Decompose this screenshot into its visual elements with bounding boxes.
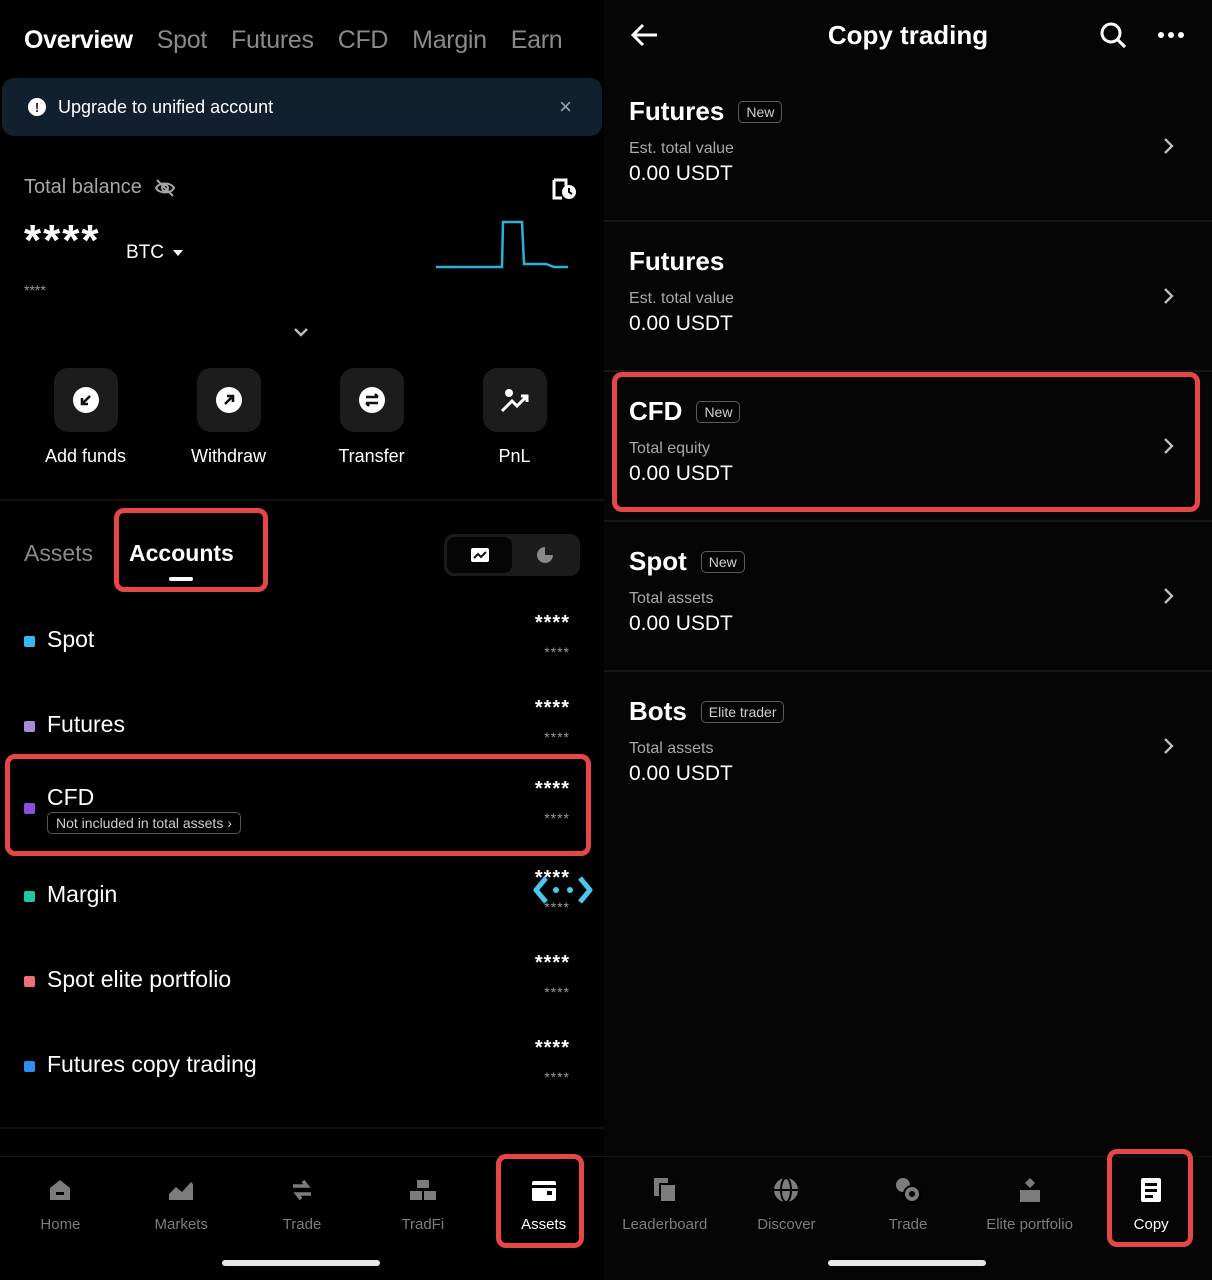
pie-view-toggle[interactable]: [512, 537, 577, 573]
section-divider: [0, 1127, 604, 1129]
nav-home[interactable]: Home: [0, 1157, 121, 1280]
chevron-right-icon: [1164, 288, 1174, 304]
chevron-right-icon: [1164, 588, 1174, 604]
account-row-spot-elite-portfolio[interactable]: Spot elite portfolio **** ****: [24, 952, 572, 1026]
withdraw-button[interactable]: Withdraw: [157, 368, 300, 467]
nav-elite-portfolio[interactable]: Elite portfolio: [969, 1157, 1091, 1280]
card-bots[interactable]: Bots Elite trader Total assets 0.00 USDT: [604, 672, 1212, 822]
account-color-dot: [24, 721, 35, 732]
close-icon[interactable]: ×: [559, 94, 572, 120]
currency-selector[interactable]: BTC: [126, 242, 184, 264]
account-color-dot: [24, 803, 35, 814]
assets-icon: [531, 1181, 556, 1201]
eye-off-icon[interactable]: [154, 178, 176, 198]
chevron-right-icon: [1164, 438, 1174, 454]
home-indicator: [828, 1260, 986, 1266]
pnl-icon: [500, 389, 528, 413]
balance-value: ****: [24, 216, 101, 265]
account-row-futures-copy-trading[interactable]: Futures copy trading **** ****: [24, 1037, 572, 1111]
sub-tab-bar: Assets Accounts: [24, 540, 234, 581]
pie-chart-icon: [536, 547, 553, 563]
balance-sparkline: [436, 220, 568, 269]
total-balance-label: Total balance: [24, 176, 176, 199]
banner-text: Upgrade to unified account: [58, 96, 274, 117]
card-futures-new[interactable]: Futures New Est. total value 0.00 USDT: [604, 72, 1212, 222]
tab-earn[interactable]: Earn: [511, 26, 563, 55]
nav-copy[interactable]: Copy: [1090, 1157, 1212, 1280]
header: Copy trading: [604, 0, 1212, 74]
add-funds-button[interactable]: Add funds: [14, 368, 157, 467]
warning-icon: !: [28, 98, 46, 116]
tab-spot[interactable]: Spot: [157, 26, 208, 55]
assets-screen: Overview Spot Futures CFD Margin Earn ! …: [0, 0, 604, 1280]
more-icon[interactable]: [1156, 26, 1186, 46]
account-row-futures[interactable]: Futures **** ****: [24, 697, 572, 771]
account-row-cfd[interactable]: CFD Not included in total assets › **** …: [24, 778, 572, 844]
tab-cfd[interactable]: CFD: [338, 26, 389, 55]
card-futures[interactable]: Futures Est. total value 0.00 USDT: [604, 222, 1212, 372]
not-included-note[interactable]: Not included in total assets ›: [47, 812, 241, 834]
copy-trading-screen: Copy trading Futures New Est. total value…: [604, 0, 1212, 1280]
transfer-icon: [358, 387, 385, 413]
account-color-dot: [24, 1061, 35, 1072]
tradfi-icon: [409, 1180, 436, 1200]
new-badge: New: [700, 550, 745, 573]
account-color-dot: [24, 636, 35, 647]
section-divider: [0, 499, 604, 501]
tab-futures[interactable]: Futures: [231, 26, 314, 55]
elite-trader-badge: Elite trader: [700, 700, 785, 723]
balance-sub-value: ****: [24, 282, 46, 298]
account-row-spot[interactable]: Spot **** ****: [24, 612, 572, 686]
history-icon[interactable]: [550, 174, 578, 202]
chevron-right-icon: [1164, 738, 1174, 754]
action-row: Add funds Withdraw Transfer PnL: [14, 368, 586, 467]
account-color-dot: [24, 891, 35, 902]
chart-view-toggle[interactable]: [447, 537, 512, 573]
account-color-dot: [24, 976, 35, 987]
chevron-right-icon: [1164, 138, 1174, 154]
elite-portfolio-icon: [1019, 1178, 1040, 1202]
nav-assets[interactable]: Assets: [483, 1157, 604, 1280]
withdraw-icon: [215, 387, 242, 413]
tab-overview[interactable]: Overview: [24, 26, 133, 55]
tab-assets[interactable]: Assets: [24, 540, 93, 567]
nav-leaderboard[interactable]: Leaderboard: [604, 1157, 726, 1280]
trade-icon: [895, 1178, 921, 1203]
nav-tradfi[interactable]: TradFi: [362, 1157, 483, 1280]
home-icon: [50, 1180, 71, 1200]
view-toggle: [444, 534, 580, 576]
account-row-margin[interactable]: Margin **** ****: [24, 867, 572, 941]
leaderboard-icon: [653, 1178, 677, 1203]
upgrade-banner[interactable]: ! Upgrade to unified account ×: [2, 78, 602, 136]
chevron-down-icon[interactable]: [292, 326, 310, 338]
new-badge: New: [696, 400, 741, 423]
tab-margin[interactable]: Margin: [412, 26, 487, 55]
search-icon[interactable]: [1098, 20, 1128, 50]
transfer-button[interactable]: Transfer: [300, 368, 443, 467]
trade-icon: [292, 1179, 311, 1201]
new-badge: New: [738, 100, 783, 123]
caret-down-icon: [173, 250, 183, 256]
card-spot[interactable]: Spot New Total assets 0.00 USDT: [604, 522, 1212, 672]
copy-icon: [1141, 1178, 1162, 1202]
top-tab-bar: Overview Spot Futures CFD Margin Earn: [24, 26, 563, 55]
discover-icon: [774, 1177, 799, 1203]
line-chart-icon: [470, 548, 489, 562]
markets-icon: [169, 1182, 194, 1200]
card-cfd[interactable]: CFD New Total equity 0.00 USDT: [604, 372, 1212, 522]
add-funds-icon: [72, 387, 99, 413]
assistant-float-icon[interactable]: [532, 872, 594, 908]
pnl-button[interactable]: PnL: [443, 368, 586, 467]
tab-accounts[interactable]: Accounts: [129, 540, 234, 581]
home-indicator: [222, 1260, 380, 1266]
